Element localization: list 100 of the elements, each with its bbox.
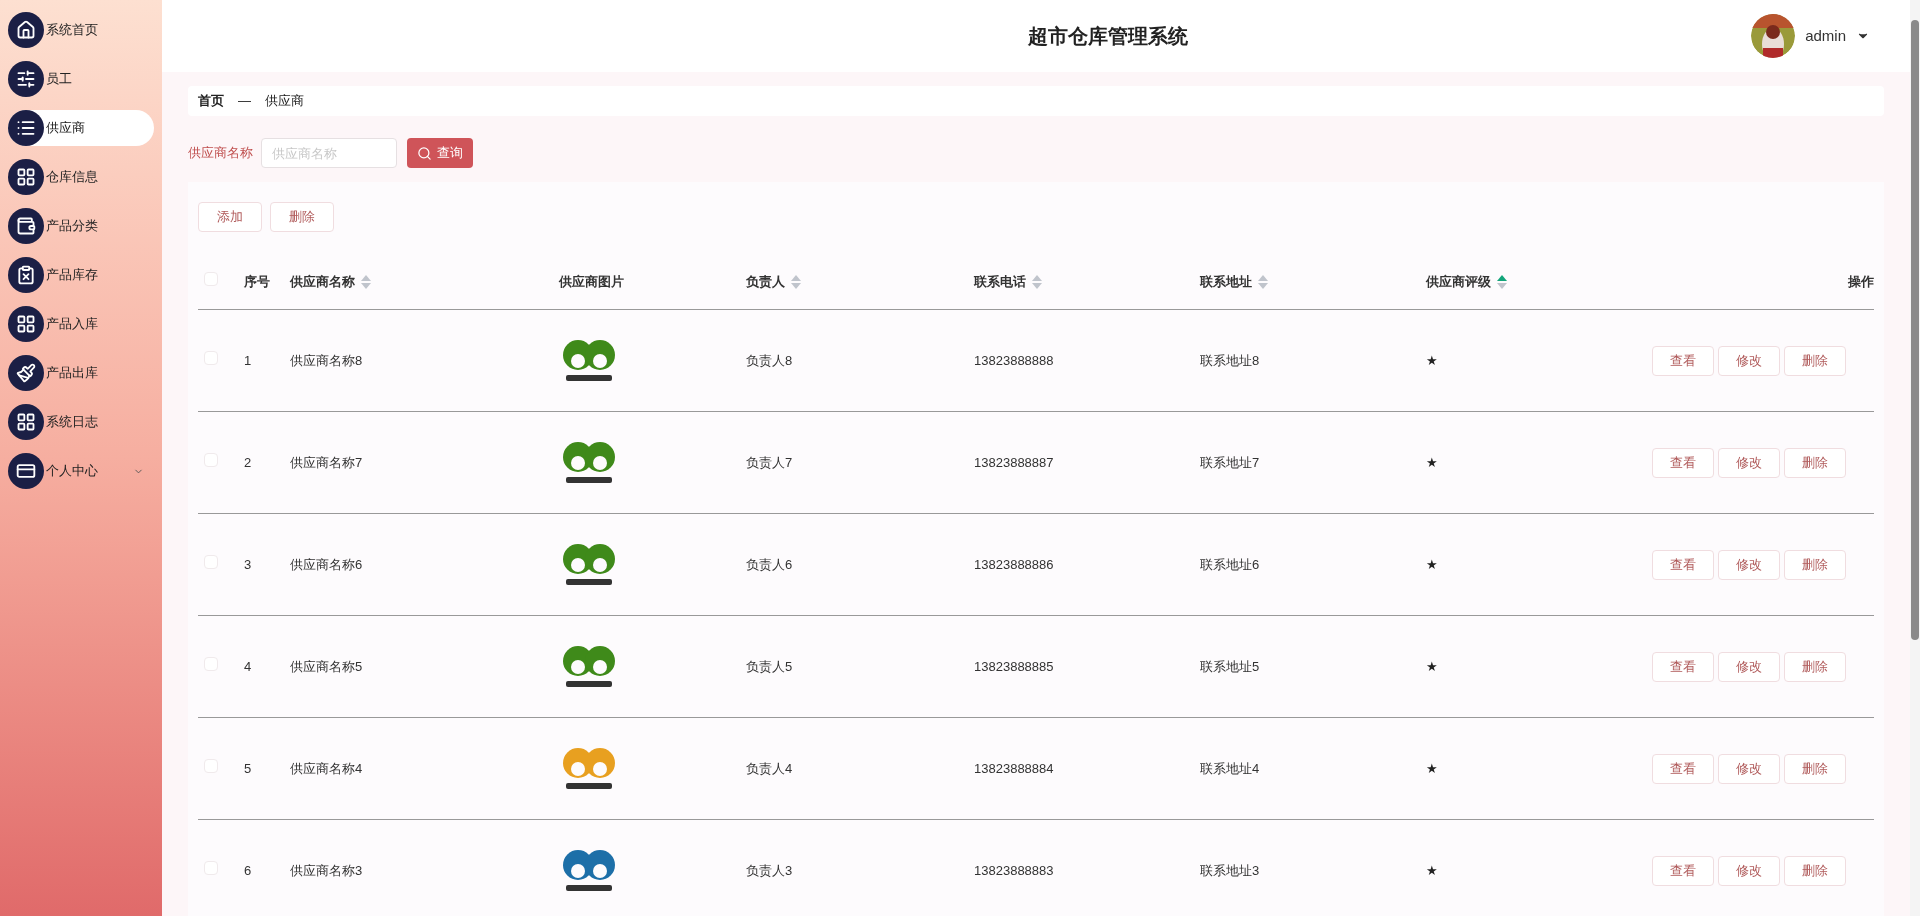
menu-label: 系统日志 <box>46 413 98 432</box>
row-action-button[interactable]: 查看 <box>1652 753 1714 784</box>
user-name[interactable]: admin <box>1805 24 1846 48</box>
row-action-button[interactable]: 修改 <box>1718 651 1780 682</box>
scrollbar[interactable] <box>1910 0 1920 916</box>
column-header[interactable]: 供应商评级 <box>1426 271 1491 292</box>
sort-icon[interactable] <box>1258 274 1268 289</box>
table-cell: 负责人8 <box>746 352 793 368</box>
table-cell: 供应商名称5 <box>290 658 363 674</box>
table-cell: 13823888883 <box>974 862 1054 878</box>
menu-label: 员工 <box>46 70 72 89</box>
menu-icon <box>8 306 44 342</box>
action-button[interactable]: 添加 <box>198 202 262 232</box>
table-cell: 联系地址5 <box>1200 658 1260 674</box>
row-action-button[interactable]: 查看 <box>1652 447 1714 478</box>
table-cell: 负责人5 <box>746 658 793 674</box>
sidebar-item[interactable]: 产品分类 <box>8 208 154 244</box>
table-cell: 供应商名称3 <box>290 862 363 878</box>
table-cell: 负责人6 <box>746 556 793 572</box>
table-cell: 联系地址3 <box>1200 862 1260 878</box>
menu-label: 系统首页 <box>46 21 98 40</box>
menu-label: 仓库信息 <box>46 168 98 187</box>
column-header: 序号 <box>244 272 270 291</box>
table-cell: 联系地址8 <box>1200 352 1260 368</box>
row-action-button[interactable]: 删除 <box>1784 447 1846 478</box>
sidebar-item[interactable]: 员工 <box>8 61 154 97</box>
menu-icon <box>8 404 44 440</box>
sidebar-item[interactable]: 产品出库 <box>8 355 154 391</box>
table-cell: 负责人7 <box>746 454 793 470</box>
row-action-button[interactable]: 修改 <box>1718 549 1780 580</box>
sidebar-item[interactable]: 供应商 <box>8 110 154 146</box>
menu-icon <box>8 208 44 244</box>
row-action-button[interactable]: 修改 <box>1718 345 1780 376</box>
rating: ★ <box>1426 760 1438 776</box>
rating: ★ <box>1426 862 1438 878</box>
table-cell: 供应商名称7 <box>290 454 363 470</box>
rating: ★ <box>1426 556 1438 572</box>
row-action-button[interactable]: 查看 <box>1652 345 1714 376</box>
row-action-button[interactable]: 删除 <box>1784 651 1846 682</box>
menu-label: 产品入库 <box>46 315 98 334</box>
column-header: 操作 <box>1848 272 1874 291</box>
sidebar-item[interactable]: 产品入库 <box>8 306 154 342</box>
row-action-button[interactable]: 删除 <box>1784 855 1846 886</box>
rating: ★ <box>1426 454 1438 470</box>
table-cell: 供应商名称4 <box>290 760 363 776</box>
column-header[interactable]: 负责人 <box>746 271 785 292</box>
action-button[interactable]: 删除 <box>270 202 334 232</box>
column-header[interactable]: 联系地址 <box>1200 271 1252 292</box>
menu-label: 产品库存 <box>46 266 98 285</box>
table-cell: 13823888888 <box>974 352 1054 368</box>
menu-icon <box>8 12 44 48</box>
breadcrumb-separator: — <box>238 92 251 111</box>
menu-icon <box>8 61 44 97</box>
menu-label: 供应商 <box>46 119 85 138</box>
row-action-button[interactable]: 删除 <box>1784 753 1846 784</box>
table-cell: 5 <box>244 760 252 776</box>
table-cell: 供应商名称8 <box>290 352 363 368</box>
table-cell: 2 <box>244 454 252 470</box>
rating: ★ <box>1426 352 1438 368</box>
menu-label: 产品分类 <box>46 217 98 236</box>
sidebar-item[interactable]: 系统日志 <box>8 404 154 440</box>
row-action-button[interactable]: 查看 <box>1652 549 1714 580</box>
breadcrumb-item: 供应商 <box>265 92 304 111</box>
table-cell: 13823888886 <box>974 556 1054 572</box>
table-cell: 13823888887 <box>974 454 1054 470</box>
column-header: 供应商图片 <box>557 272 625 291</box>
sidebar-item[interactable]: 仓库信息 <box>8 159 154 195</box>
menu-icon <box>8 159 44 195</box>
table-cell: 联系地址4 <box>1200 760 1260 776</box>
row-action-button[interactable]: 修改 <box>1718 447 1780 478</box>
sidebar-item[interactable]: 系统首页 <box>8 12 154 48</box>
breadcrumb-item[interactable]: 首页 <box>198 91 224 111</box>
table-cell: 联系地址7 <box>1200 454 1260 470</box>
column-header[interactable]: 联系电话 <box>974 271 1026 292</box>
menu-icon <box>8 110 44 146</box>
row-action-button[interactable]: 删除 <box>1784 549 1846 580</box>
search-label: 供应商名称 <box>188 144 253 163</box>
table-cell: 3 <box>244 556 252 572</box>
column-header[interactable]: 供应商名称 <box>290 271 355 292</box>
row-action-button[interactable]: 查看 <box>1652 651 1714 682</box>
sidebar-item[interactable]: 个人中心 <box>8 453 154 489</box>
search-button[interactable]: 查询 <box>407 138 473 168</box>
search-icon <box>417 145 432 161</box>
table-cell: 1 <box>244 352 252 368</box>
row-action-button[interactable]: 修改 <box>1718 855 1780 886</box>
table-cell: 4 <box>244 658 252 674</box>
table-cell: 联系地址6 <box>1200 556 1260 572</box>
menu-icon <box>8 355 44 391</box>
sidebar-item[interactable]: 产品库存 <box>8 257 154 293</box>
menu-icon <box>8 453 44 489</box>
sort-icon[interactable] <box>791 274 801 289</box>
rating: ★ <box>1426 658 1438 674</box>
row-action-button[interactable]: 修改 <box>1718 753 1780 784</box>
row-action-button[interactable]: 删除 <box>1784 345 1846 376</box>
menu-icon <box>8 257 44 293</box>
table-cell: 6 <box>244 862 252 878</box>
sort-icon[interactable] <box>1032 274 1042 289</box>
sort-icon[interactable] <box>361 274 371 289</box>
sort-icon[interactable] <box>1497 274 1507 289</box>
row-action-button[interactable]: 查看 <box>1652 855 1714 886</box>
